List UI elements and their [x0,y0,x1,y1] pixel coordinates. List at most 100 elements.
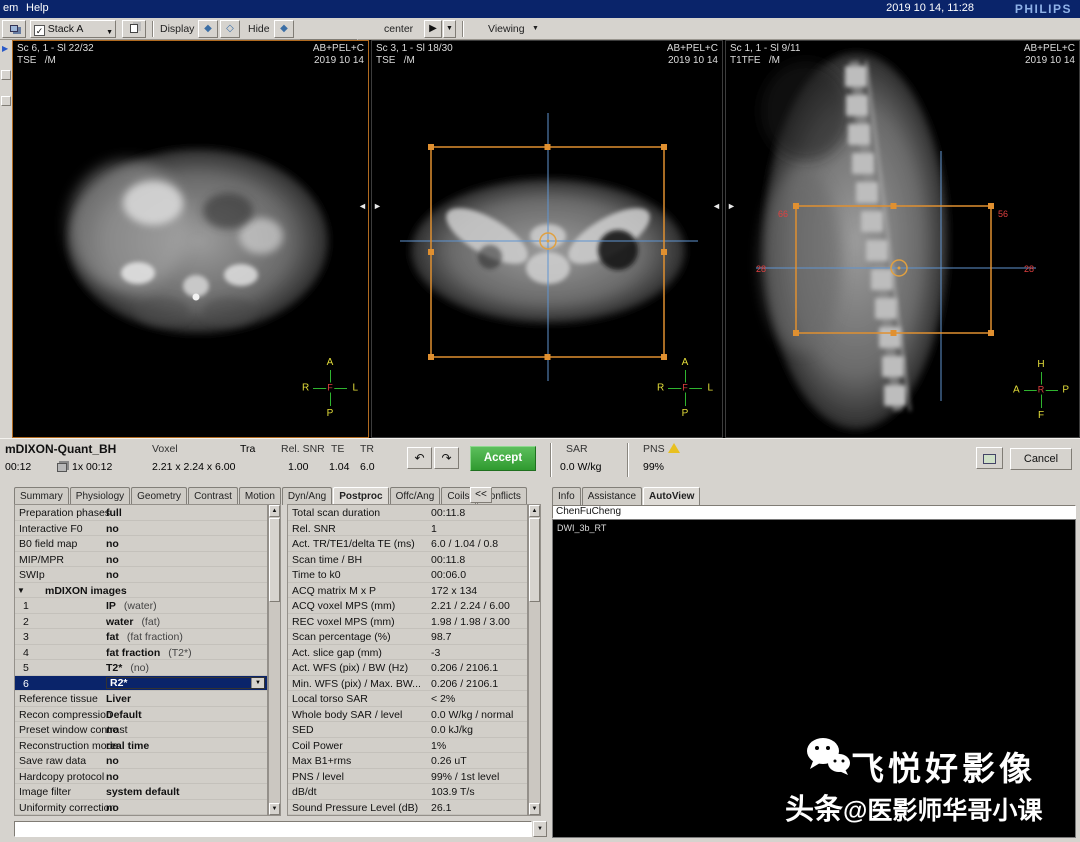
param-tab[interactable]: Motion [239,487,281,505]
parameter-tabs: SummaryPhysiologyGeometryContrastMotionD… [14,487,528,505]
menu-item-help[interactable]: Help [26,2,49,14]
info-row: Rel. SNR 1 [288,521,527,537]
info-row: ACQ matrix M x P 172 x 134 [288,583,527,599]
cancel-button[interactable]: Cancel [1010,448,1072,470]
r2star-dropdown[interactable]: R2* ▼ [106,677,265,690]
scroll-up-button[interactable]: ▲ [269,505,280,517]
param-row[interactable]: Image filter system default [15,784,267,800]
scan-duration: 00:12 [5,461,31,473]
system-datetime: 2019 10 14, 11:28 [886,2,974,14]
param-row[interactable]: MIP/MPR no [15,552,267,568]
scroll-thumb[interactable] [269,518,280,602]
hide-label: Hide [248,23,270,35]
param-row[interactable]: B0 field map no [15,536,267,552]
expand-arrow-icon[interactable]: ▶ [2,44,8,53]
param-row[interactable]: Preparation phases full [15,505,267,521]
param-row[interactable]: SWIp no [15,567,267,583]
param-tab[interactable]: Offc/Ang [390,487,441,505]
checkbox-icon[interactable]: ✓ [34,25,45,36]
redo-geometry-button[interactable]: ↷ [434,447,459,469]
image-annotation: AB+PEL+C 2019 10 14 [1024,43,1075,67]
param-tab[interactable]: Summary [14,487,69,505]
hide-graphics-button[interactable]: ◆ [274,20,294,38]
series-label: DWI_3b_RT [557,523,606,533]
info-list-scrollbar[interactable]: ▲ ▼ [528,504,541,816]
scroll-down-button[interactable]: ▼ [269,803,280,815]
mdixon-image-row[interactable]: 5 T2*(no) [15,660,267,676]
display-overlay-button[interactable]: ◇ [220,20,240,38]
mdixon-image-row[interactable]: 2 water(fat) [15,614,267,630]
separator [152,21,154,37]
info-row: Max B1+rms 0.26 uT [288,753,527,769]
menu-bar: em Help 2019 10 14, 11:28 PHILIPS [0,0,1080,18]
viewport-axial-pelvis[interactable]: Sc 3, 1 - Sl 18/30 TSE /M AB+PEL+C 2019 … [371,40,723,438]
viewport-sagittal-spine[interactable]: 66 56 28 28 Sc 1, 1 - Sl 9/11 T1TFE /M A… [725,40,1080,438]
message-scroll-button[interactable]: ▼ [533,821,547,837]
play-scan-button[interactable]: ▶ [424,20,442,38]
param-row[interactable]: Reference tissue Liver [15,691,267,707]
collapse-params-button[interactable]: << [470,487,492,503]
scan-name: mDIXON-Quant_BH [5,442,116,456]
param-tab[interactable]: Contrast [188,487,238,505]
message-bar[interactable] [14,821,532,837]
right-tab[interactable]: AutoView [643,487,700,505]
menu-item-cropped[interactable]: em [3,2,18,14]
pns-label: PNS [643,443,665,455]
viewing-menu[interactable]: Viewing [488,23,525,35]
scroll-up-button[interactable]: ▲ [529,505,540,517]
mdixon-image-row[interactable]: 3 fat(fat fraction) [15,629,267,645]
accept-button[interactable]: Accept [470,446,536,471]
viewport-area: ▶ Sc 6, 1 - Sl 22/32 TSE /M AB+PEL+C 201… [0,40,1080,438]
param-tab[interactable]: Geometry [131,487,187,505]
param-row[interactable]: Hardcopy protocol no [15,769,267,785]
viewport-axial-abdomen[interactable]: Sc 6, 1 - Sl 22/32 TSE /M AB+PEL+C 2019 … [12,40,369,438]
copy-view-button[interactable] [122,20,146,38]
info-row: Scan percentage (%) 98.7 [288,629,527,645]
undo-geometry-button[interactable]: ↶ [407,447,432,469]
mdixon-image-row-selected[interactable]: 6 R2* ▼ [15,676,267,692]
display-label: Display [160,23,194,35]
param-list-scrollbar[interactable]: ▲ ▼ [268,504,281,816]
autoview-image-area[interactable]: DWI_3b_RT 飞悦好影像 头条@医影师华哥小课 [552,519,1076,838]
param-tab[interactable]: Dyn/Ang [282,487,332,505]
left-tool-strip: ▶ [0,40,12,438]
strip-button[interactable] [1,96,11,106]
display-graphics-button[interactable]: ◆ [198,20,218,38]
stack-selector[interactable]: ✓ Stack A ▼ [30,20,116,38]
right-tab[interactable]: Assistance [582,487,642,505]
param-tab[interactable]: Physiology [70,487,130,505]
diamond-icon: ◆ [204,23,212,34]
strip-button[interactable] [1,70,11,80]
param-row[interactable]: Uniformity correction no [15,800,267,816]
param-tab[interactable]: Postproc [333,487,388,505]
scan-info-bar: mDIXON-Quant_BH 00:12 1x 00:12 Voxel 2.2… [0,438,1080,480]
svg-text:28: 28 [1024,264,1034,274]
section-collapse-icon[interactable]: ▼ [17,586,25,595]
watermark-brand: 飞悦好影像 [851,742,1036,790]
swap-panes-button[interactable] [2,20,26,38]
stack-icon [57,463,67,472]
pns-value: 99% [643,461,664,473]
param-row[interactable]: Interactive F0 no [15,521,267,537]
separator [550,443,552,477]
param-row[interactable]: Save raw data no [15,753,267,769]
param-row[interactable]: Reconstruction mode real time [15,738,267,754]
panes-icon [10,25,18,32]
center-button[interactable]: center [384,23,413,35]
right-tab[interactable]: Info [552,487,581,505]
philips-logo: PHILIPS [1015,2,1072,16]
plane-value: Tra [240,443,255,455]
mdixon-section-row[interactable]: ▼ mDIXON images [15,583,267,599]
param-row[interactable]: Preset window contrast no [15,722,267,738]
orientation-compass: A R L P F [300,357,360,419]
play-options-button[interactable]: ▼ [443,20,456,38]
mdixon-image-row[interactable]: 1 IP(water) [15,598,267,614]
mdixon-image-row[interactable]: 4 fat fraction(T2*) [15,645,267,661]
snapshot-button[interactable] [976,447,1003,469]
scroll-thumb[interactable] [529,518,540,602]
scroll-down-button[interactable]: ▼ [529,803,540,815]
param-row[interactable]: Recon compression Default [15,707,267,723]
chevron-down-icon[interactable]: ▼ [251,678,264,689]
tr-value: 6.0 [360,461,375,473]
stack-duration: 1x 00:12 [72,461,112,473]
